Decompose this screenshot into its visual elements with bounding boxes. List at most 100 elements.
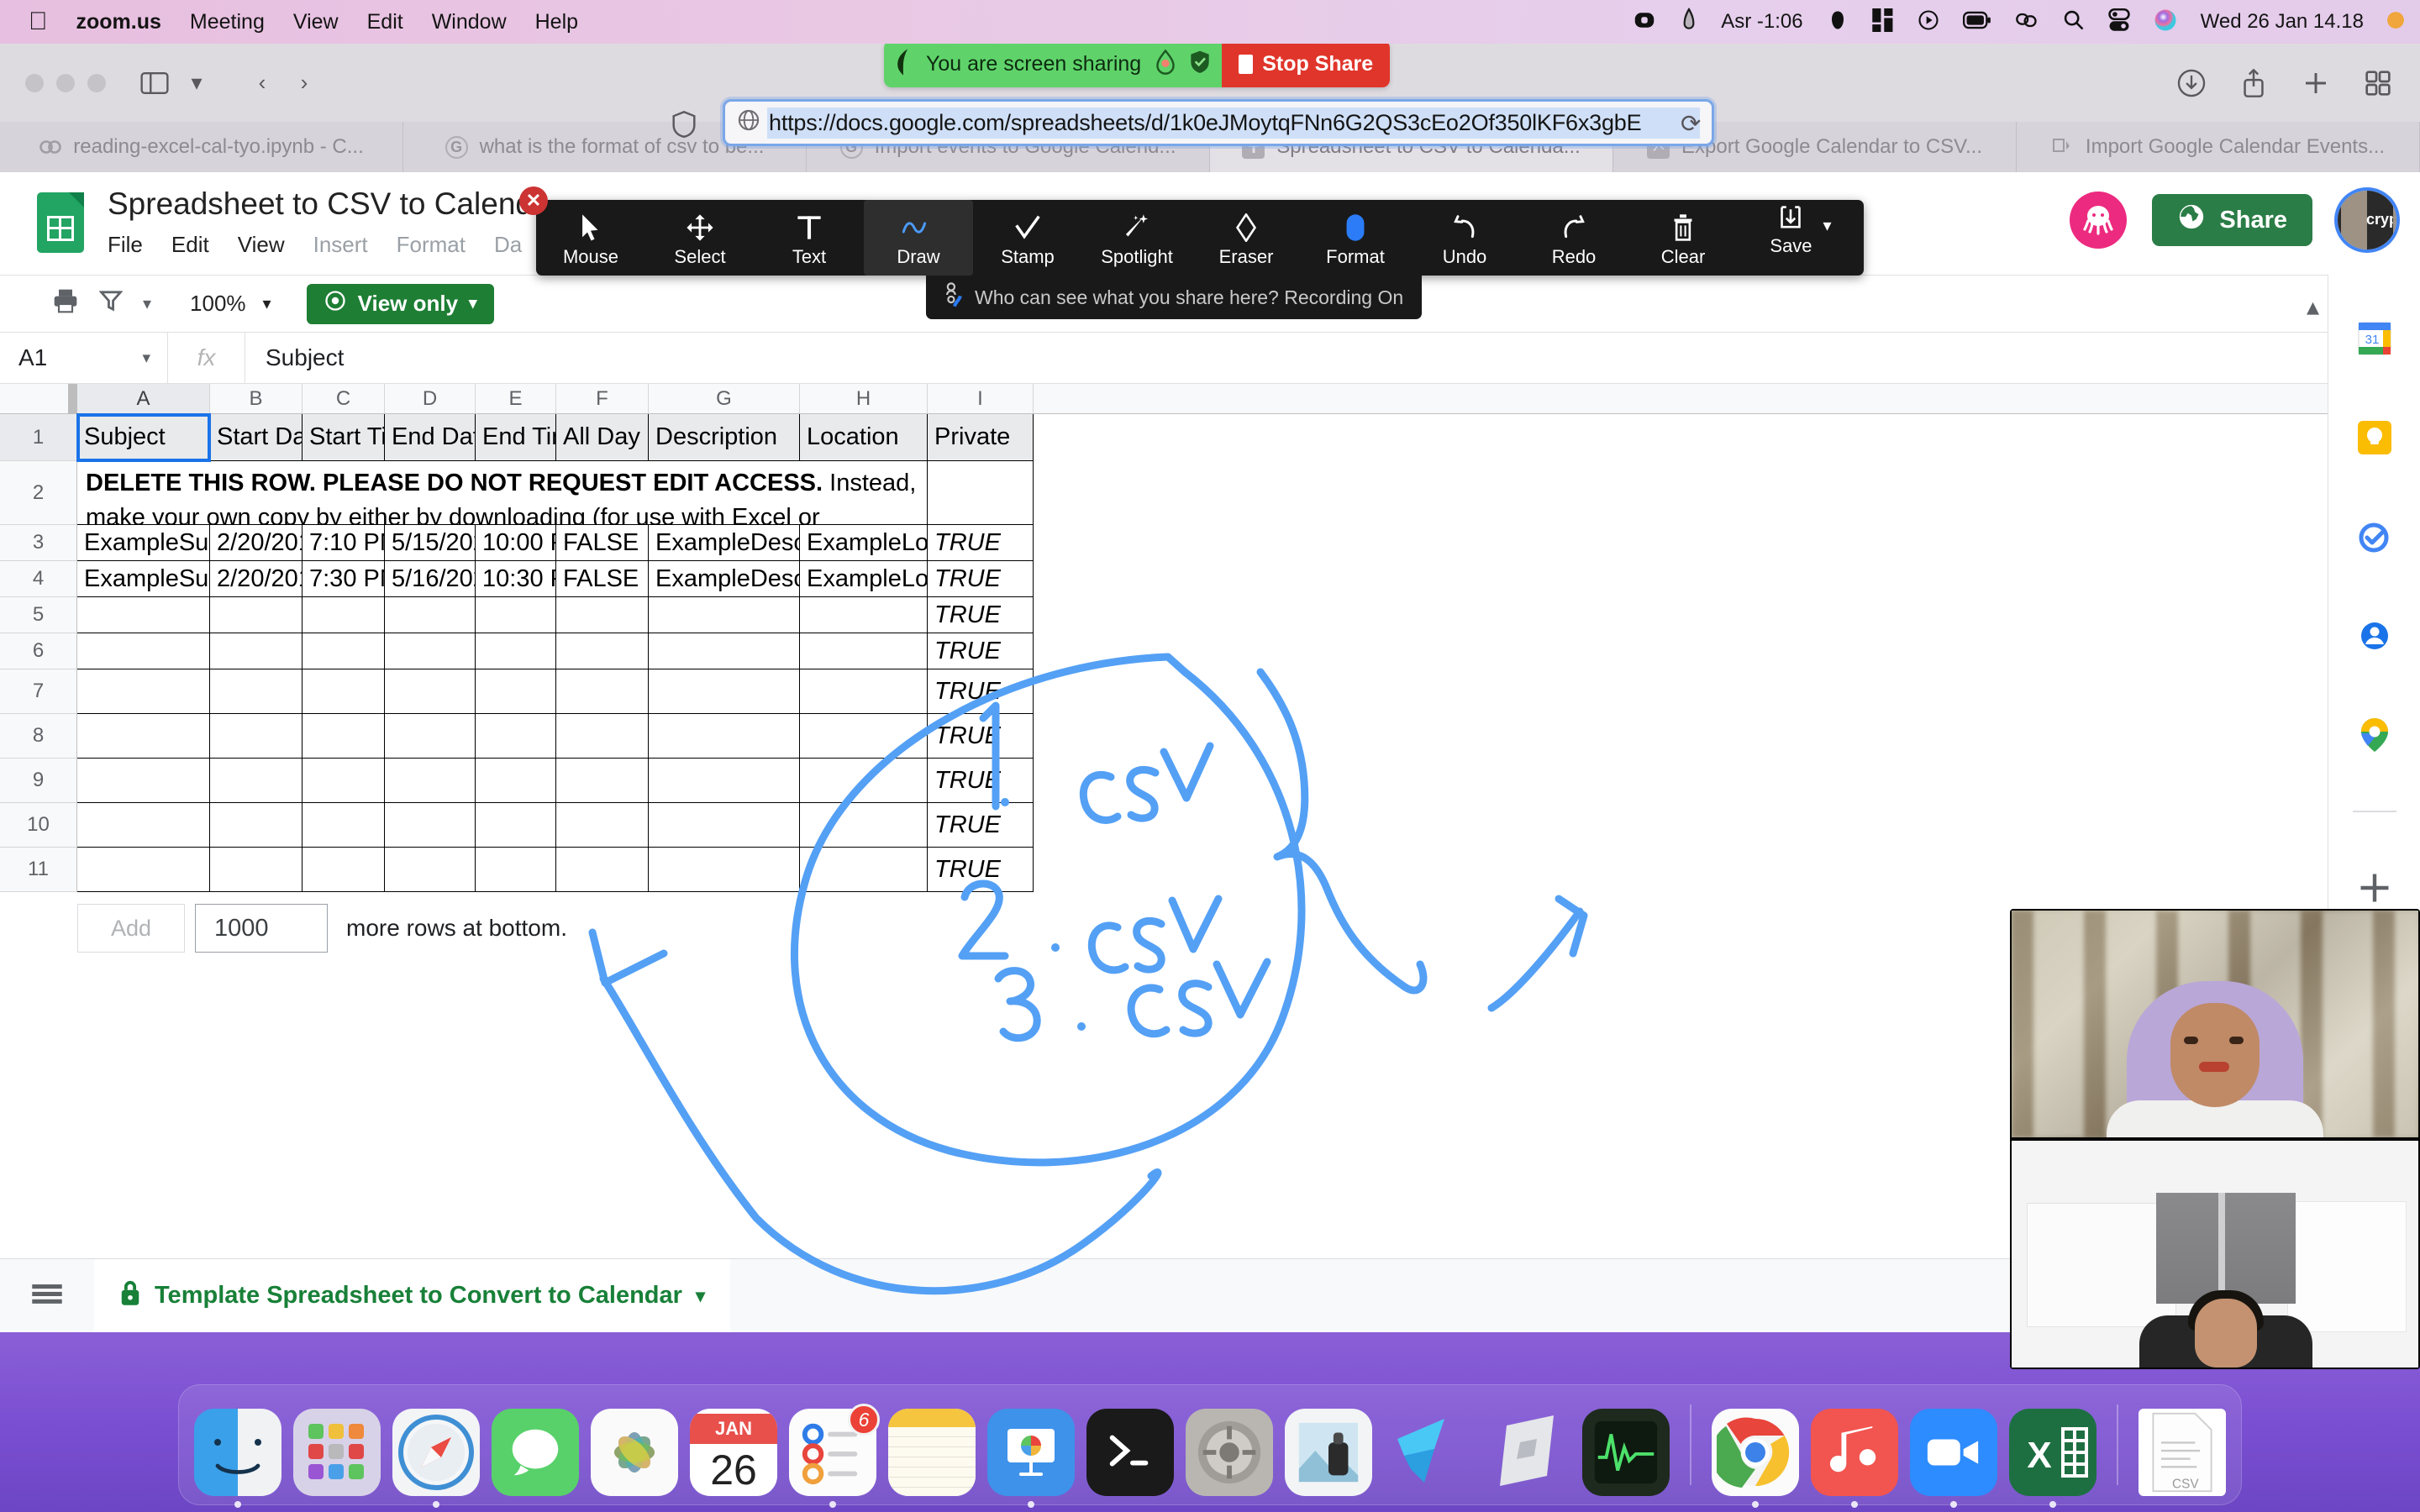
menu-item-view[interactable]: View <box>293 10 339 34</box>
cell-F1[interactable]: All Day Event <box>556 414 649 461</box>
reload-button[interactable]: ⟳ <box>1681 109 1701 139</box>
cell-C6[interactable] <box>302 633 385 669</box>
select-all-corner[interactable] <box>0 384 77 413</box>
dock-item-reminders[interactable]: 6 <box>789 1404 880 1508</box>
cell-B7[interactable] <box>210 669 302 714</box>
cell-E10[interactable] <box>476 803 556 848</box>
siri-orb-icon[interactable] <box>2386 11 2405 33</box>
cell-G8[interactable] <box>649 714 800 759</box>
column-header-H[interactable]: H <box>800 384 928 413</box>
cell-I11[interactable]: TRUE <box>928 848 1034 892</box>
cell-E6[interactable] <box>476 633 556 669</box>
cell-C8[interactable] <box>302 714 385 759</box>
dock-item-launchpad[interactable] <box>293 1409 381 1496</box>
dock-item-keynote[interactable] <box>987 1409 1075 1508</box>
user-avatar[interactable]: cryp <box>2338 191 2396 249</box>
menu-view[interactable]: View <box>238 232 285 258</box>
menu-item-window[interactable]: Window <box>432 10 507 34</box>
cell-A9[interactable] <box>77 759 210 803</box>
cell-F6[interactable] <box>556 633 649 669</box>
row-header-5[interactable]: 5 <box>0 597 77 633</box>
clock-label[interactable]: Wed 26 Jan 14.18 <box>2201 10 2364 34</box>
column-header-F[interactable]: F <box>556 384 649 413</box>
tasks-icon[interactable] <box>2351 513 2398 560</box>
cell-H4[interactable]: ExampleLocation2 <box>800 561 928 597</box>
share-audio-icon[interactable] <box>1155 48 1176 79</box>
anno-tool-clear[interactable]: Clear <box>1628 200 1738 276</box>
dock-item-telegram[interactable] <box>1384 1409 1471 1496</box>
cell-F7[interactable] <box>556 669 649 714</box>
prayer-time-icon[interactable] <box>1680 8 1698 36</box>
dock-item-chrome[interactable] <box>1712 1409 1799 1508</box>
cell-D1[interactable]: End Date <box>385 414 476 461</box>
dock-item-roblox[interactable] <box>1483 1409 1570 1496</box>
cell-I1[interactable]: Private <box>928 414 1034 461</box>
anno-tool-select[interactable]: Select <box>645 200 755 276</box>
chevron-down-icon[interactable]: ▾ <box>1823 215 1832 236</box>
cell-G4[interactable]: ExampleDescription2 <box>649 561 800 597</box>
cell-A6[interactable] <box>77 633 210 669</box>
menu-item-help[interactable]: Help <box>535 10 578 34</box>
cell-E9[interactable] <box>476 759 556 803</box>
cell[interactable] <box>928 461 1034 525</box>
anno-tool-stamp[interactable]: Stamp <box>973 200 1082 276</box>
view-only-button[interactable]: View only ▾ <box>306 283 494 324</box>
chevron-down-icon[interactable]: ▾ <box>696 1285 705 1307</box>
dock-item-finder[interactable] <box>194 1409 281 1508</box>
cell-C7[interactable] <box>302 669 385 714</box>
row-header-1[interactable]: 1 <box>0 414 77 461</box>
row-header-2[interactable]: 2 <box>0 461 77 525</box>
cell-G10[interactable] <box>649 803 800 848</box>
window-traffic-lights[interactable] <box>25 73 106 92</box>
cell-E1[interactable]: End Time <box>476 414 556 461</box>
column-header-E[interactable]: E <box>476 384 556 413</box>
column-header-G[interactable]: G <box>649 384 800 413</box>
add-rows-button[interactable]: Add <box>77 904 185 953</box>
sidebar-toggle-icon[interactable] <box>138 66 171 100</box>
cell-F11[interactable] <box>556 848 649 892</box>
cell-D4[interactable]: 5/16/2020 <box>385 561 476 597</box>
minimize-window-button[interactable] <box>56 73 75 92</box>
anno-tool-draw[interactable]: Draw <box>864 200 973 276</box>
anno-tool-format[interactable]: Format <box>1301 200 1410 276</box>
share-privacy-icon[interactable] <box>1190 50 1210 79</box>
cell-B6[interactable] <box>210 633 302 669</box>
cell-D5[interactable] <box>385 597 476 633</box>
cell-E5[interactable] <box>476 597 556 633</box>
document-title[interactable]: Spreadsheet to CSV to Calenda <box>108 186 550 222</box>
bartender-status-icon[interactable] <box>1871 8 1894 35</box>
column-header-A[interactable]: A <box>77 384 210 413</box>
octopus-avatar[interactable] <box>2070 192 2128 249</box>
cell-I7[interactable]: TRUE <box>928 669 1034 714</box>
cell-I4[interactable]: TRUE <box>928 561 1034 597</box>
column-header-I[interactable]: I <box>928 384 1034 413</box>
dock-item-notes[interactable] <box>888 1409 976 1496</box>
cell-B4[interactable]: 2/20/2013 <box>210 561 302 597</box>
row-header-8[interactable]: 8 <box>0 714 77 759</box>
tab-overview-icon[interactable] <box>2361 66 2395 100</box>
cell-B10[interactable] <box>210 803 302 848</box>
row-header-11[interactable]: 11 <box>0 848 77 892</box>
control-center-icon[interactable] <box>2014 8 2039 35</box>
recording-notice[interactable]: Who can see what you share here? Recordi… <box>926 276 1423 319</box>
notice-cell[interactable]: DELETE THIS ROW. PLEASE DO NOT REQUEST E… <box>77 461 928 525</box>
cell-H5[interactable] <box>800 597 928 633</box>
add-ons-icon[interactable] <box>2351 864 2398 911</box>
name-box[interactable]: A1 ▾ <box>0 333 168 383</box>
sheet-tab-active[interactable]: Template Spreadsheet to Convert to Calen… <box>94 1258 730 1333</box>
cell-H10[interactable] <box>800 803 928 848</box>
dock-item-activity-monitor[interactable] <box>1582 1409 1670 1496</box>
tab-import-calendar-events[interactable]: Import Google Calendar Events... <box>2017 122 2420 172</box>
cell-B5[interactable] <box>210 597 302 633</box>
cell-H6[interactable] <box>800 633 928 669</box>
anno-tool-undo[interactable]: Undo <box>1410 200 1519 276</box>
cell-A3[interactable]: ExampleSubject <box>77 525 210 561</box>
cell-I10[interactable]: TRUE <box>928 803 1034 848</box>
cell-G1[interactable]: Description <box>649 414 800 461</box>
cell-G6[interactable] <box>649 633 800 669</box>
menu-item-zoom-us[interactable]: zoom.us <box>76 10 161 34</box>
dock-item-excel[interactable]: X <box>2009 1409 2096 1508</box>
cell-C1[interactable]: Start Time <box>302 414 385 461</box>
cell-F4[interactable]: FALSE <box>556 561 649 597</box>
battery-icon[interactable] <box>1962 8 1991 35</box>
